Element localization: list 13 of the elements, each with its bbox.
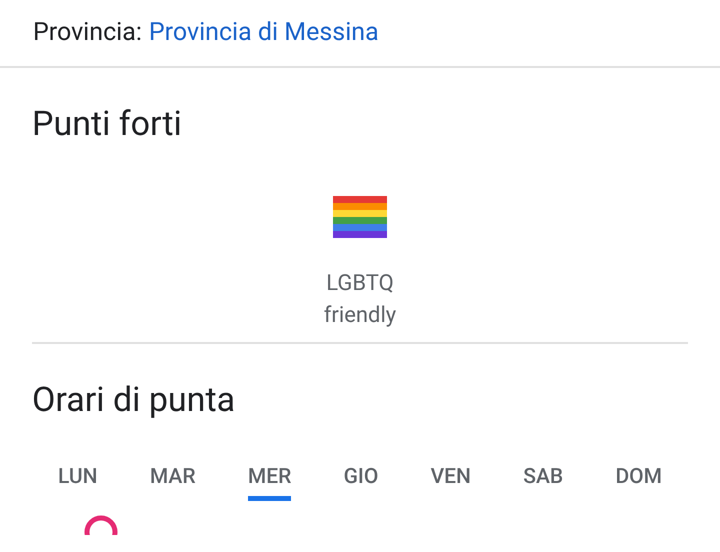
province-label: Provincia: [33, 17, 142, 50]
day-tab[interactable]: LUN [58, 464, 98, 501]
day-tab[interactable]: DOM [615, 464, 662, 501]
section-title: Orari di punta [32, 379, 236, 422]
day-tab[interactable]: MER [248, 464, 292, 501]
province-link[interactable]: Provincia di Messina [148, 14, 379, 52]
day-tab[interactable]: VEN [430, 464, 471, 501]
highlight-label: LGBTQ friendly [322, 270, 398, 330]
day-tab[interactable]: SAB [523, 464, 564, 501]
day-tab[interactable]: MAR [150, 464, 196, 501]
section-title: Punti forti [32, 103, 182, 146]
day-tab[interactable]: GIO [344, 464, 378, 501]
rainbow-flag-icon [333, 196, 387, 238]
